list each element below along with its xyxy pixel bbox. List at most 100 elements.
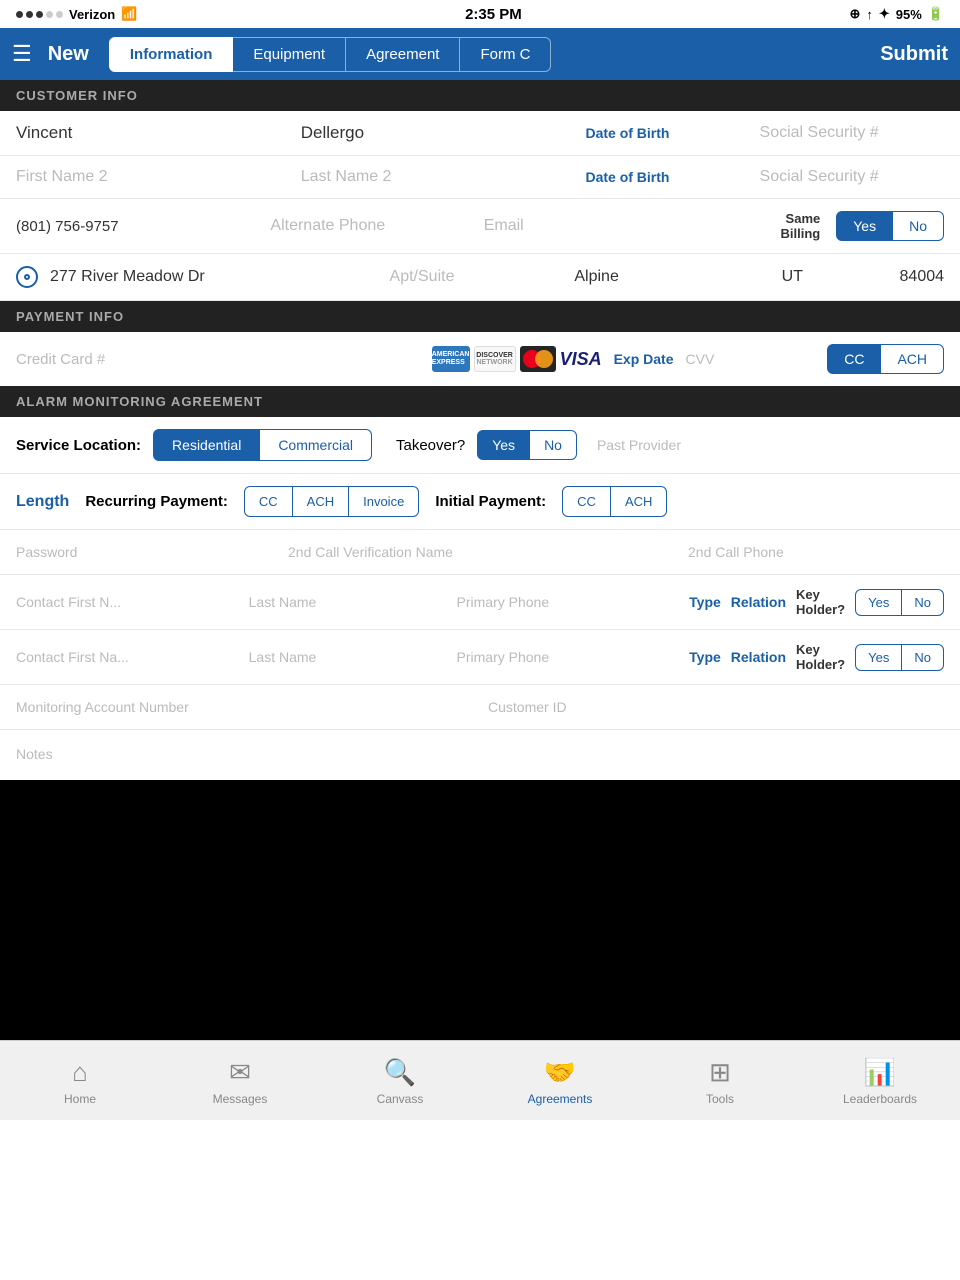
contact1-no-button[interactable]: No <box>902 589 944 616</box>
contact1-yes-button[interactable]: Yes <box>855 589 902 616</box>
recurring-toggle: CC ACH Invoice <box>244 486 419 517</box>
signal-dots <box>16 11 63 18</box>
nav-messages[interactable]: ✉ Messages <box>200 1057 280 1106</box>
commercial-button[interactable]: Commercial <box>260 429 372 461</box>
contact2-last-field[interactable]: Last Name <box>249 649 447 665</box>
residential-button[interactable]: Residential <box>153 429 260 461</box>
amex-icon: AMERICANEXPRESS <box>432 346 470 372</box>
credit-card-field[interactable]: Credit Card # <box>16 351 420 368</box>
recurring-invoice-button[interactable]: Invoice <box>349 486 419 517</box>
status-bar: Verizon 📶 2:35 PM ⊕ ↑ ✦ 95% 🔋 <box>0 0 960 28</box>
apt-field[interactable]: Apt/Suite <box>390 268 567 286</box>
tab-information[interactable]: Information <box>109 37 234 72</box>
contact2-first-field[interactable]: Contact First Na... <box>16 649 239 665</box>
status-left: Verizon 📶 <box>16 6 137 22</box>
recurring-ach-button[interactable]: ACH <box>293 486 349 517</box>
initial-cc-button[interactable]: CC <box>562 486 611 517</box>
recurring-payment-label: Recurring Payment: <box>85 493 228 510</box>
battery-icon: 🔋 <box>928 6 944 22</box>
contact2-relation-label: Relation <box>731 649 786 665</box>
dob2-label: Date of Birth <box>585 169 751 185</box>
customer-name2-row: First Name 2 Last Name 2 Date of Birth S… <box>0 156 960 199</box>
zip-field[interactable]: 84004 <box>834 268 945 286</box>
contact2-phone-field[interactable]: Primary Phone <box>457 649 680 665</box>
contact1-first-field[interactable]: Contact First N... <box>16 594 239 610</box>
initial-ach-button[interactable]: ACH <box>611 486 667 517</box>
tab-agreement[interactable]: Agreement <box>346 37 460 72</box>
phone-field[interactable]: (801) 756-9757 <box>16 218 262 235</box>
payment-options-row: Length Recurring Payment: CC ACH Invoice… <box>0 474 960 530</box>
alt-phone-field[interactable]: Alternate Phone <box>270 217 475 235</box>
cc-button[interactable]: CC <box>827 344 881 374</box>
takeover-no-button[interactable]: No <box>530 430 577 460</box>
customer-info-section: Vincent Dellergo Date of Birth Social Se… <box>0 111 960 301</box>
contact2-no-button[interactable]: No <box>902 644 944 671</box>
tools-icon: ⊞ <box>709 1057 731 1088</box>
contact2-type-label: Type <box>689 649 721 665</box>
dot1 <box>16 11 23 18</box>
nav-tools[interactable]: ⊞ Tools <box>680 1057 760 1106</box>
password-field[interactable]: Password <box>16 544 272 560</box>
contact1-phone-field[interactable]: Primary Phone <box>457 594 680 610</box>
canvass-icon: 🔍 <box>384 1057 416 1088</box>
payment-method-toggle: CC ACH <box>827 344 944 374</box>
contact1-keyholder-toggle: Yes No <box>855 589 944 616</box>
carrier-label: Verizon <box>69 7 115 22</box>
password-row: Password 2nd Call Verification Name 2nd … <box>0 530 960 575</box>
first-name-field[interactable]: Vincent <box>16 123 293 143</box>
card-icons: AMERICANEXPRESS DISCOVER NETWORK VISA <box>432 346 602 372</box>
last-name2-field[interactable]: Last Name 2 <box>301 168 578 186</box>
wifi-icon: 📶 <box>121 6 137 22</box>
contact2-keyholder-toggle: Yes No <box>855 644 944 671</box>
recurring-cc-button[interactable]: CC <box>244 486 293 517</box>
last-name-field[interactable]: Dellergo <box>301 123 578 143</box>
leaderboards-label: Leaderboards <box>843 1092 917 1106</box>
notes-field[interactable]: Notes <box>16 746 53 762</box>
length-label[interactable]: Length <box>16 493 69 511</box>
cvv-field[interactable]: CVV <box>686 351 715 367</box>
payment-row: Credit Card # AMERICANEXPRESS DISCOVER N… <box>0 332 960 386</box>
nav-leaderboards[interactable]: 📊 Leaderboards <box>840 1057 920 1106</box>
first-name2-field[interactable]: First Name 2 <box>16 168 293 186</box>
state-field[interactable]: UT <box>759 268 825 286</box>
customer-name-row: Vincent Dellergo Date of Birth Social Se… <box>0 111 960 156</box>
contact1-type-label: Type <box>689 594 721 610</box>
tab-formc[interactable]: Form C <box>460 37 551 72</box>
phone-row: (801) 756-9757 Alternate Phone Email Sam… <box>0 199 960 254</box>
same-billing-yes[interactable]: Yes <box>836 211 893 241</box>
nav-title: New <box>48 43 89 66</box>
payment-info-section: Credit Card # AMERICANEXPRESS DISCOVER N… <box>0 332 960 386</box>
city-field[interactable]: Alpine <box>574 268 751 286</box>
same-billing-no[interactable]: No <box>893 211 944 241</box>
nav-canvass[interactable]: 🔍 Canvass <box>360 1057 440 1106</box>
ssn2-field[interactable]: Social Security # <box>760 168 944 186</box>
notes-row: Notes <box>0 730 960 780</box>
alarm-section: Service Location: Residential Commercial… <box>0 417 960 780</box>
email-field[interactable]: Email <box>484 217 689 235</box>
ssn-field[interactable]: Social Security # <box>760 124 944 142</box>
takeover-yes-button[interactable]: Yes <box>477 430 530 460</box>
tab-equipment[interactable]: Equipment <box>233 37 346 72</box>
nav-tabs: Information Equipment Agreement Form C <box>109 37 868 72</box>
second-call-phone-field[interactable]: 2nd Call Phone <box>688 544 944 560</box>
contact1-last-field[interactable]: Last Name <box>249 594 447 610</box>
second-call-name-field[interactable]: 2nd Call Verification Name <box>288 544 672 560</box>
nav-agreements[interactable]: 🤝 Agreements <box>520 1057 600 1106</box>
arrow-icon: ↑ <box>866 7 873 22</box>
exp-date-label: Exp Date <box>614 351 674 367</box>
nav-home[interactable]: ⌂ Home <box>40 1057 120 1106</box>
customer-id-field[interactable]: Customer ID <box>488 699 944 715</box>
canvass-label: Canvass <box>377 1092 424 1106</box>
ach-button[interactable]: ACH <box>881 344 944 374</box>
hamburger-menu[interactable]: ☰ <box>12 41 32 67</box>
same-billing-toggle: Yes No <box>836 211 944 241</box>
past-provider-field[interactable]: Past Provider <box>597 437 681 453</box>
bluetooth-icon: ✦ <box>879 6 890 22</box>
contact1-row: Contact First N... Last Name Primary Pho… <box>0 575 960 630</box>
submit-button[interactable]: Submit <box>880 43 948 66</box>
agreements-label: Agreements <box>528 1092 593 1106</box>
contact2-yes-button[interactable]: Yes <box>855 644 902 671</box>
customer-info-header: CUSTOMER INFO <box>0 80 960 111</box>
address-field[interactable]: 277 River Meadow Dr <box>50 268 382 286</box>
monitoring-account-field[interactable]: Monitoring Account Number <box>16 699 472 715</box>
